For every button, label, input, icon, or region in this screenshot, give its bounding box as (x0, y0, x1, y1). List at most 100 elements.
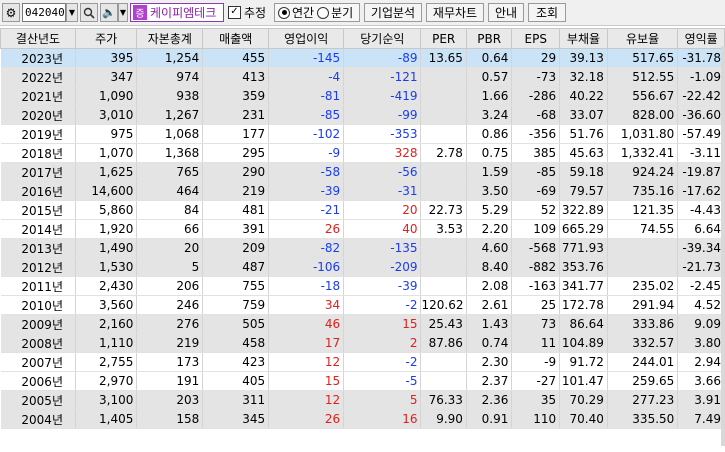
speaker-icon[interactable]: 🔈 (100, 3, 118, 22)
search-icon[interactable] (80, 3, 98, 22)
table-row[interactable]: 2019년 975 1,068 177 -102 -353 0.86 -356 51.76 1,0… (0, 124, 725, 144)
table-row[interactable]: 2018년 1,070 1,368 295 -9 328 2.78 0.75 385 45.63 1… (0, 143, 725, 163)
table-cell: 22.73 (420, 200, 467, 220)
column-header[interactable]: 당기순익 (343, 28, 422, 49)
table-cell: 290 (202, 162, 270, 182)
table-row[interactable]: 2016년 14,600 464 219 -39 -31 3.50 -69 79.57 735.1… (0, 181, 725, 201)
table-cell: 423 (202, 352, 270, 372)
table-cell: 975 (75, 124, 138, 144)
table-cell: -19.87 (677, 162, 725, 182)
table-row[interactable]: 2008년 1,110 219 458 17 2 87.86 0.74 11 104.89 332.… (0, 333, 725, 353)
table-cell: 40.22 (559, 86, 608, 106)
market-badge: 증 (133, 5, 147, 20)
table-cell: -56 (343, 162, 422, 182)
table-cell: -22.42 (677, 86, 725, 106)
table-cell: 70.40 (559, 409, 608, 429)
column-header[interactable]: PER (420, 28, 467, 49)
table-cell: 3,100 (75, 390, 138, 410)
table-cell: 26 (268, 409, 345, 429)
gear-icon[interactable]: ⚙ (2, 3, 20, 22)
vertical-scrollbar[interactable] (721, 46, 725, 446)
table-cell: 14,600 (75, 181, 138, 201)
table-cell: 32.18 (559, 67, 608, 87)
table-cell: 3,010 (75, 105, 138, 125)
radio-yearly-dot[interactable] (278, 6, 290, 19)
table-row[interactable]: 2015년 5,860 84 481 -21 20 22.73 5.29 52 322.89 121… (0, 200, 725, 220)
table-cell: -9 (511, 352, 561, 372)
table-cell: -353 (343, 124, 422, 144)
radio-yearly[interactable]: 연간 (278, 4, 314, 21)
table-cell (420, 124, 467, 144)
table-row[interactable]: 2022년 347 974 413 -4 -121 0.57 -73 32.18 512.55 -1… (0, 67, 725, 87)
column-header[interactable]: 자본총계 (136, 28, 204, 49)
company-name-box[interactable]: 증 케이피엠테크 (130, 3, 224, 22)
table-row[interactable]: 2007년 2,755 173 423 12 -2 2.30 -9 91.72 244.01 2.9… (0, 352, 725, 372)
radio-quarterly-dot[interactable] (317, 6, 330, 19)
table-cell: 1,490 (75, 238, 138, 258)
table-row[interactable]: 2017년 1,625 765 290 -58 -56 1.59 -85 59.18 924.24… (0, 162, 725, 182)
table-row[interactable]: 2020년 3,010 1,267 231 -85 -99 3.24 -68 33.07 828.… (0, 105, 725, 125)
table-row[interactable]: 2023년 395 1,254 455 -145 -89 13.65 0.64 29 39.13 5… (0, 48, 725, 68)
code-dropdown-icon[interactable]: ▼ (66, 3, 78, 22)
table-cell: 0.75 (466, 143, 513, 163)
speaker-dropdown-icon[interactable]: ▼ (118, 3, 128, 22)
checkbox-check-icon[interactable]: ✓ (228, 6, 241, 19)
table-cell: 203 (136, 390, 204, 410)
company-analysis-button[interactable]: 기업분석 (364, 3, 422, 22)
table-cell: 104.89 (559, 333, 608, 353)
column-header[interactable]: 유보율 (606, 28, 679, 49)
table-cell: 458 (202, 333, 270, 353)
table-row[interactable]: 2009년 2,160 276 505 46 15 25.43 1.43 73 86.64 333.… (0, 314, 725, 334)
column-header[interactable]: 영업이익 (268, 28, 345, 49)
table-row[interactable]: 2010년 3,560 246 759 34 -2 120.62 2.61 25 172.78 29… (0, 295, 725, 315)
table-cell: -69 (511, 181, 561, 201)
table-cell: 455 (202, 48, 270, 68)
table-cell: 9.09 (677, 314, 725, 334)
stock-code-input[interactable]: 042040 (22, 3, 66, 22)
query-button[interactable]: 조회 (528, 3, 566, 22)
table-row[interactable]: 2005년 3,100 203 311 12 5 76.33 2.36 35 70.29 277.2… (0, 390, 725, 410)
table-cell: -17.62 (677, 181, 725, 201)
table-cell: 2.61 (466, 295, 513, 315)
table-cell: 12 (268, 352, 345, 372)
column-header[interactable]: 매출액 (202, 28, 270, 49)
table-cell: -27 (511, 371, 561, 391)
column-header[interactable]: EPS (511, 28, 561, 49)
column-header[interactable]: PBR (465, 28, 513, 49)
column-header[interactable]: 주가 (74, 28, 138, 49)
table-cell: 91.72 (559, 352, 608, 372)
table-cell: -31 (343, 181, 422, 201)
table-row[interactable]: 2013년 1,490 20 209 -82 -135 4.60 -568 771.93 -39.… (0, 238, 725, 258)
column-header[interactable]: 영익률 (677, 28, 725, 49)
guide-button[interactable]: 안내 (488, 3, 524, 22)
trend-checkbox[interactable]: ✓ 추정 (228, 3, 270, 22)
table-cell (607, 257, 679, 277)
period-radio-group: 연간 분기 (274, 3, 360, 22)
table-cell: 29 (511, 48, 561, 68)
table-row[interactable]: 2014년 1,920 66 391 26 40 3.53 2.20 109 665.29 74.5… (0, 219, 725, 239)
radio-quarterly[interactable]: 분기 (317, 4, 353, 21)
table-cell: -73 (511, 67, 561, 87)
table-row[interactable]: 2011년 2,430 206 755 -18 -39 2.08 -163 341.77 235.… (0, 276, 725, 296)
table-cell: 335.50 (607, 409, 679, 429)
table-cell: 2015년 (0, 200, 76, 220)
table-cell: -68 (511, 105, 561, 125)
table-cell: 1,110 (75, 333, 138, 353)
column-header[interactable]: 결산년도 (0, 28, 76, 49)
financial-chart-button[interactable]: 재무차트 (426, 3, 484, 22)
table-cell: 46 (268, 314, 345, 334)
table-cell: -106 (268, 257, 345, 277)
table-cell: 828.00 (607, 105, 679, 125)
table-cell: 101.47 (559, 371, 608, 391)
table-cell: -82 (268, 238, 345, 258)
table-cell (420, 86, 467, 106)
table-cell: -286 (511, 86, 561, 106)
table-cell: 11 (511, 333, 561, 353)
table-row[interactable]: 2012년 1,530 5 487 -106 -209 8.40 -882 353.76 -21.… (0, 257, 725, 277)
table-row[interactable]: 2021년 1,090 938 359 -81 -419 1.66 -286 40.22 556.… (0, 86, 725, 106)
table-row[interactable]: 2004년 1,405 158 345 26 16 9.90 0.91 110 70.40 335.… (0, 409, 725, 429)
table-cell: 109 (511, 219, 561, 239)
column-header[interactable]: 부채율 (559, 28, 608, 49)
table-cell: 2.78 (420, 143, 467, 163)
table-row[interactable]: 2006년 2,970 191 405 15 -5 2.37 -27 101.47 259.65 3… (0, 371, 725, 391)
